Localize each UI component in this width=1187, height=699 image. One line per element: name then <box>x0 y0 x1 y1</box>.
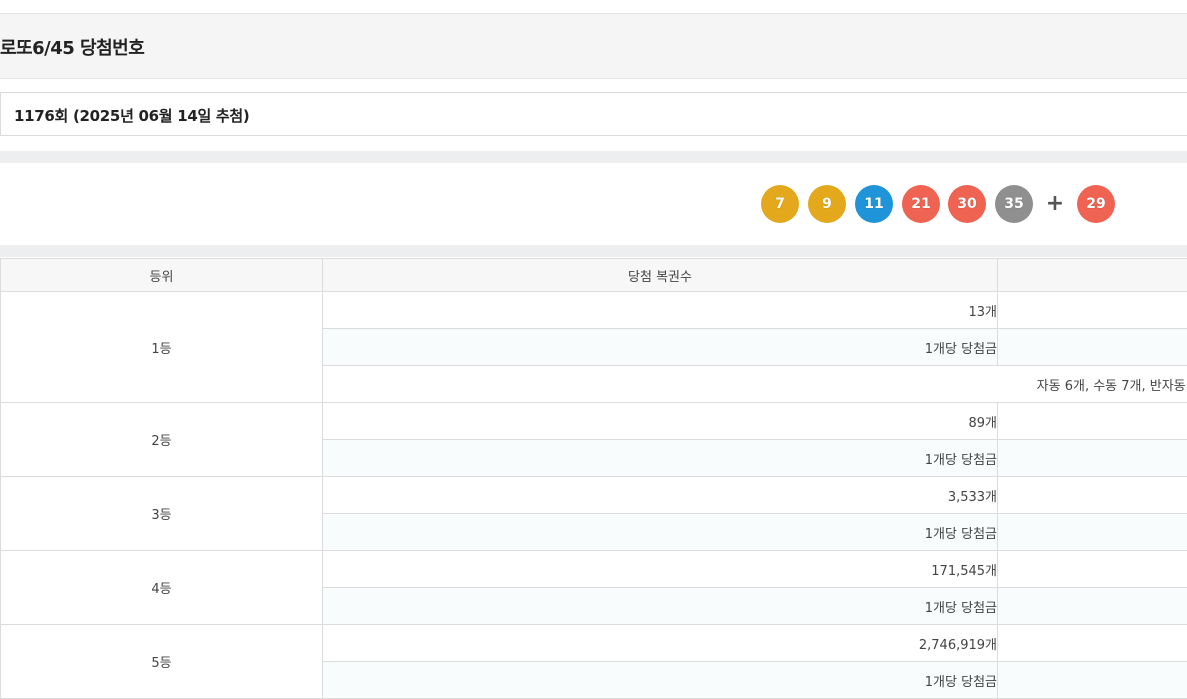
value-cell <box>998 403 1187 440</box>
table-row: 2등 89개 <box>1 403 1187 440</box>
per-ticket-label: 1개당 당첨금 <box>323 514 998 551</box>
table-header-row: 등위 당첨 복권수 <box>1 259 1187 292</box>
ball-6: 35 <box>995 185 1033 223</box>
count-cell: 2,746,919개 <box>323 625 998 662</box>
per-ticket-label: 1개당 당첨금 <box>323 662 998 699</box>
count-cell: 13개 <box>323 292 998 329</box>
value-cell <box>998 477 1187 514</box>
selection-breakdown: 자동 6개, 수동 7개, 반자동 0개 <box>323 366 1187 403</box>
round-selector[interactable]: 1176회 (2025년 06월 14일 추첨) <box>0 92 1187 136</box>
count-cell: 3,533개 <box>323 477 998 514</box>
round-label: 1176회 (2025년 06월 14일 추첨) <box>14 105 249 126</box>
rank-cell: 4등 <box>1 551 323 625</box>
rank-cell: 2등 <box>1 403 323 477</box>
header-rank: 등위 <box>1 259 323 292</box>
value-cell <box>998 625 1187 662</box>
per-ticket-label: 1개당 당첨금 <box>323 588 998 625</box>
section-band-top <box>0 151 1187 163</box>
value-cell <box>998 588 1187 625</box>
ball-2: 9 <box>808 185 846 223</box>
table-row: 5등 2,746,919개 <box>1 625 1187 662</box>
winning-numbers: 7 9 11 21 30 35 + 29 <box>0 163 1187 245</box>
title-bar: 로또6/45 당첨번호 <box>0 14 1187 79</box>
ball-4: 21 <box>902 185 940 223</box>
rank-cell: 5등 <box>1 625 323 699</box>
header-count: 당첨 복권수 <box>323 259 998 292</box>
count-cell: 171,545개 <box>323 551 998 588</box>
table-row: 1등 13개 <box>1 292 1187 329</box>
value-cell <box>998 514 1187 551</box>
table-row: 4등 171,545개 <box>1 551 1187 588</box>
value-cell <box>998 329 1187 366</box>
ball-1: 7 <box>761 185 799 223</box>
value-cell <box>998 662 1187 699</box>
per-ticket-label: 1개당 당첨금 <box>323 440 998 477</box>
header-extra <box>998 259 1187 292</box>
rank-cell: 3등 <box>1 477 323 551</box>
value-cell <box>998 551 1187 588</box>
ball-5: 30 <box>948 185 986 223</box>
plus-sign: + <box>1046 191 1064 215</box>
ball-3: 11 <box>855 185 893 223</box>
rank-cell: 1등 <box>1 292 323 403</box>
count-cell: 89개 <box>323 403 998 440</box>
section-band-bottom <box>0 245 1187 257</box>
prize-table: 등위 당첨 복권수 1등 13개 1개당 당첨금 자동 6개, 수동 7개, 반… <box>0 258 1187 699</box>
bonus-ball: 29 <box>1077 185 1115 223</box>
value-cell <box>998 440 1187 477</box>
per-ticket-label: 1개당 당첨금 <box>323 329 998 366</box>
page-title: 로또6/45 당첨번호 <box>0 34 144 60</box>
value-cell <box>998 292 1187 329</box>
table-row: 3등 3,533개 <box>1 477 1187 514</box>
